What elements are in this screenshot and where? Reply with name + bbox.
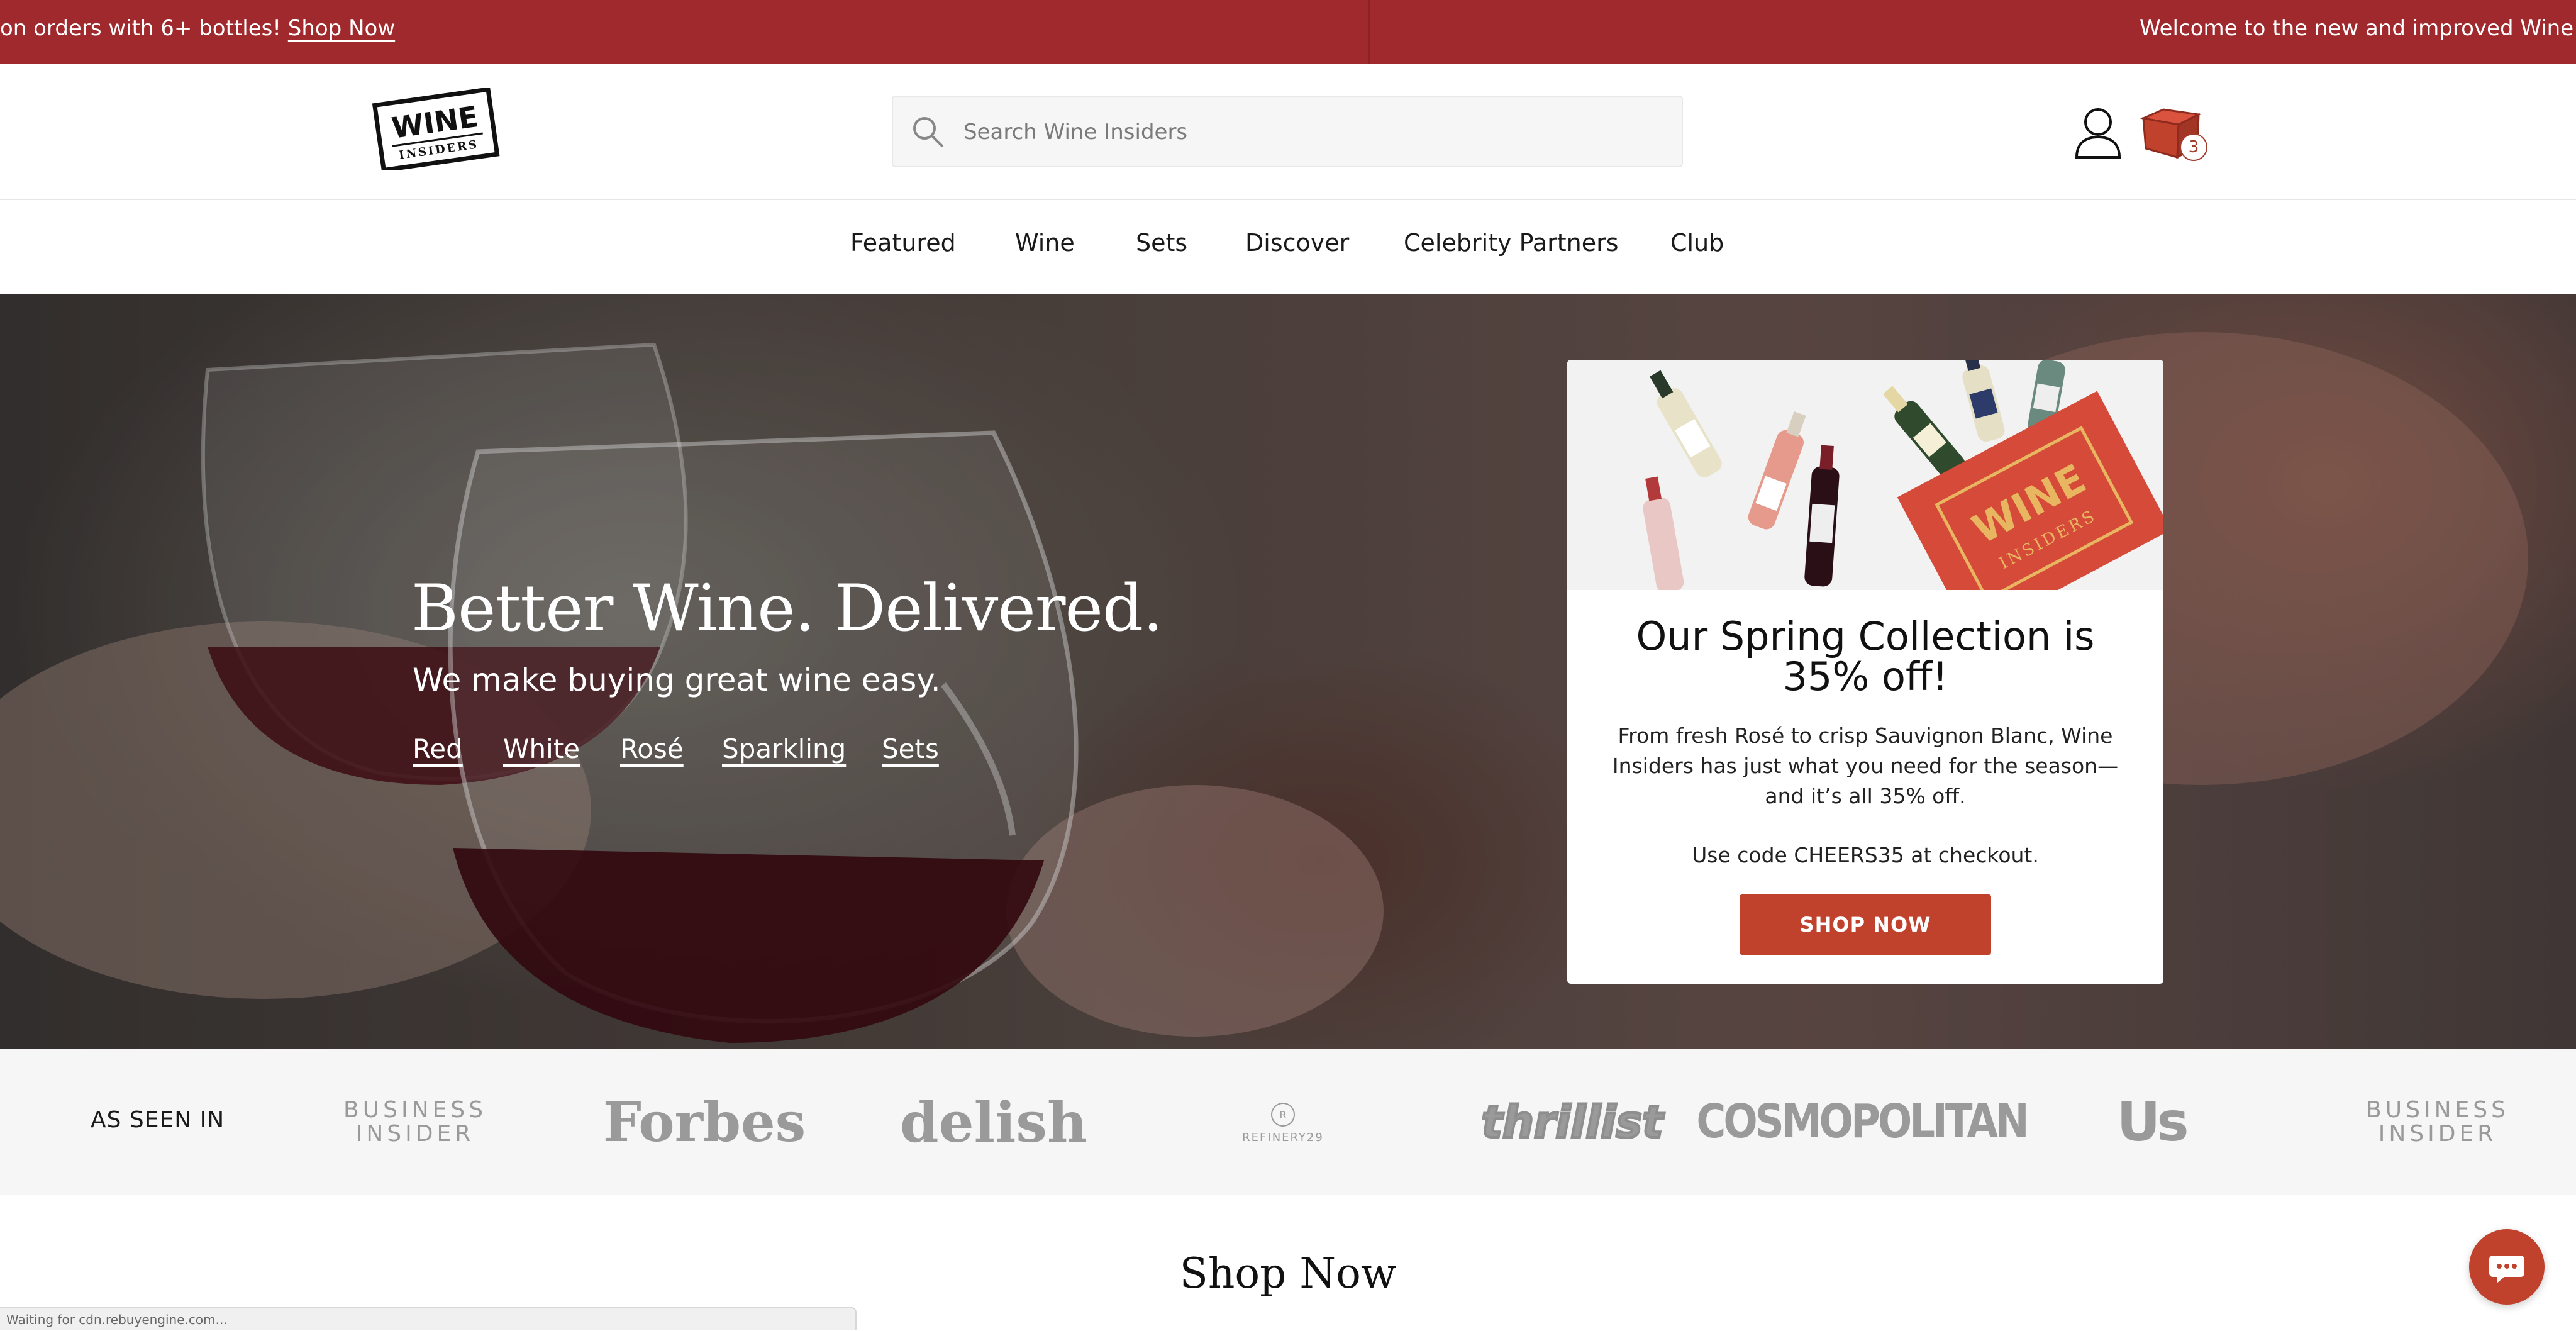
business-insider-line2: INSIDER <box>355 1121 475 1147</box>
hero-link-rose[interactable]: Rosé <box>620 733 684 764</box>
promo-description: From fresh Rosé to crisp Sauvignon Blanc… <box>1612 723 2119 808</box>
browser-status-bar: Waiting for cdn.rebuyengine.com... <box>0 1307 857 1330</box>
thrillist-logo: thrillist <box>1480 1095 1665 1149</box>
chat-button[interactable] <box>2469 1229 2545 1305</box>
announcement-left: on orders with 6+ bottles! Shop Now <box>0 0 395 64</box>
hero-title: Better Wine. Delivered. <box>411 571 1163 646</box>
business-insider-line1: BUSINESS <box>343 1097 487 1123</box>
cart-button[interactable]: 3 <box>2138 103 2209 164</box>
nav-item-club[interactable]: Club <box>1670 229 1724 257</box>
refinery29-logo: R REFINERY29 <box>1220 1049 1346 1195</box>
hero-banner: Better Wine. Delivered. We make buying g… <box>0 294 2576 1049</box>
announcement-divider <box>1368 0 1370 64</box>
promo-wine-bottles-image[interactable]: WINE INSIDERS <box>1567 360 2163 590</box>
shop-now-heading: Shop Now <box>1179 1249 1397 1298</box>
as-seen-in-label: AS SEEN IN <box>91 1107 225 1133</box>
cosmopolitan-logo: COSMOPOLITAN <box>1696 1095 2029 1149</box>
business-insider-logo: BUSINESS INSIDER <box>340 1049 491 1195</box>
search-bar[interactable] <box>892 96 1683 167</box>
refinery29-emblem-icon: R <box>1270 1102 1295 1127</box>
search-input[interactable] <box>962 111 1657 153</box>
as-seen-in-strip: AS SEEN IN BUSINESS INSIDER Forbes delis… <box>0 1049 2576 1195</box>
nav-item-celebrity-partners[interactable]: Celebrity Partners <box>1404 229 1619 257</box>
announcement-bar: on orders with 6+ bottles! Shop Now Welc… <box>0 0 2576 64</box>
announcement-left-text: on orders with 6+ bottles! <box>0 16 281 41</box>
us-weekly-logo: Us <box>2116 1091 2189 1154</box>
hero-link-red[interactable]: Red <box>413 733 463 764</box>
nav-item-sets[interactable]: Sets <box>1136 229 1187 257</box>
refinery29-text: REFINERY29 <box>1242 1130 1324 1144</box>
nav-item-featured[interactable]: Featured <box>850 229 956 257</box>
hero-link-sets[interactable]: Sets <box>882 733 939 764</box>
delish-logo: delish <box>900 1089 1087 1155</box>
hero-link-sparkling[interactable]: Sparkling <box>722 733 846 764</box>
search-icon <box>913 117 943 147</box>
hero-background-image <box>0 294 2576 1049</box>
account-icon[interactable] <box>2073 104 2123 161</box>
announcement-right-text: Welcome to the new and improved Wine In <box>2140 16 2576 41</box>
promo-title: Our Spring Collection is 35% off! <box>1636 613 2095 699</box>
shop-now-button[interactable]: SHOP NOW <box>1740 894 1991 955</box>
business-insider-logo-2: BUSINESS INSIDER <box>2362 1049 2513 1195</box>
business-insider-2-line2: INSIDER <box>2378 1121 2497 1147</box>
hero-link-white[interactable]: White <box>503 733 580 764</box>
promo-code-text: Use code CHEERS35 at checkout. <box>1692 843 2039 867</box>
hero-subtitle: We make buying great wine easy. <box>413 662 941 698</box>
business-insider-2-line1: BUSINESS <box>2366 1097 2509 1123</box>
cart-count-badge: 3 <box>2180 133 2207 161</box>
promo-card: WINE INSIDERS Our Spring Collection is 3… <box>1567 360 2163 984</box>
chat-bubble-icon <box>2489 1256 2524 1283</box>
site-header: WINE INSIDERS 3 <box>0 64 2576 200</box>
forbes-logo: Forbes <box>602 1090 806 1154</box>
wine-insiders-logo[interactable]: WINE INSIDERS <box>371 87 503 173</box>
svg-text:R: R <box>1279 1109 1286 1121</box>
nav-item-discover[interactable]: Discover <box>1245 229 1349 257</box>
announcement-shop-now-link[interactable]: Shop Now <box>288 16 395 41</box>
nav-item-wine[interactable]: Wine <box>1015 229 1075 257</box>
main-nav: Featured Wine Sets Discover Celebrity Pa… <box>0 200 2576 294</box>
